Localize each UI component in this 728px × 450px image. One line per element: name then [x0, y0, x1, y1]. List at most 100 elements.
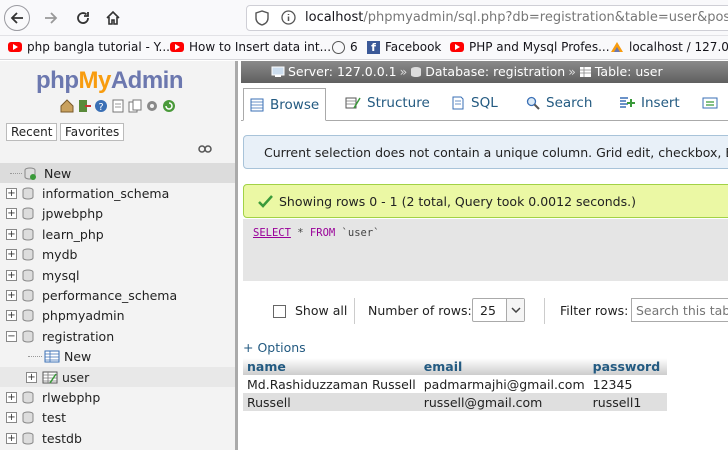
bookmark-insert-data[interactable]: How to Insert data int...	[170, 40, 331, 54]
bookmark-label: PHP and Mysql Profes...	[469, 40, 610, 54]
expand-icon[interactable]: +	[6, 188, 17, 200]
breadcrumb-database[interactable]: Database: registration	[425, 64, 565, 79]
notice-text: Current selection does not contain a uni…	[264, 144, 728, 160]
forward-button[interactable]	[38, 5, 64, 31]
info-icon[interactable]	[281, 10, 296, 28]
database-icon	[22, 289, 34, 302]
tree-label: registration	[42, 328, 115, 344]
table-cell[interactable]: russell1	[588, 393, 667, 411]
tab-structure[interactable]: Structure	[345, 89, 430, 117]
tree-item-database[interactable]: + test	[0, 408, 235, 428]
address-bar[interactable]: localhost/phpmyadmin/sql.php?db=registra…	[246, 5, 728, 31]
reload-icon	[77, 12, 89, 24]
sql-keyword-from: FROM	[309, 227, 336, 239]
breadcrumb-server[interactable]: Server: 127.0.0.1	[288, 64, 397, 79]
options-link[interactable]: + Options	[243, 340, 306, 355]
refresh-icon[interactable]	[162, 99, 176, 113]
bookmark-php-mysql[interactable]: PHP and Mysql Profes...	[450, 40, 610, 54]
reload-button[interactable]	[70, 5, 96, 31]
url-host: localhost	[305, 10, 364, 25]
home-button[interactable]	[100, 5, 126, 31]
tree-item-database[interactable]: + phpmyadmin	[0, 306, 235, 326]
database-icon	[22, 207, 34, 220]
expand-icon[interactable]: +	[6, 208, 17, 220]
column-header-name[interactable]: name	[243, 358, 420, 375]
tree-item-database[interactable]: + mysql	[0, 265, 235, 285]
table-cell[interactable]: russell@gmail.com	[419, 393, 589, 411]
docs-icon[interactable]	[111, 99, 125, 113]
sql-query[interactable]: SELECT * FROM `user`	[253, 227, 379, 239]
tree-label: jpwebphp	[42, 206, 104, 222]
logout-icon[interactable]	[77, 99, 91, 113]
bookmark-php-bangla[interactable]: php bangla tutorial - Y...	[8, 40, 170, 54]
tree-item-database[interactable]: + rlwebphp	[0, 387, 235, 407]
table-row[interactable]: Md.Rashiduzzaman Russell padmarmajhi@gma…	[243, 375, 667, 393]
tree-item-database[interactable]: + jpwebphp	[0, 204, 235, 224]
database-icon	[22, 411, 34, 424]
breadcrumb-table[interactable]: Table: user	[595, 64, 663, 79]
expand-icon[interactable]: +	[6, 269, 17, 281]
gear-icon[interactable]	[145, 99, 159, 113]
tree-item-new[interactable]: New	[0, 163, 235, 184]
number-of-rows-select[interactable]: 25	[472, 298, 525, 322]
tree-item-table-user[interactable]: + user	[0, 366, 235, 388]
tab-search[interactable]: Search	[526, 89, 592, 117]
shield-icon[interactable]	[255, 10, 269, 29]
export-icon	[702, 97, 718, 109]
table-cell[interactable]: Md.Rashiduzzaman Russell	[243, 375, 420, 393]
home-icon[interactable]	[60, 99, 74, 113]
svg-text:?: ?	[98, 102, 103, 113]
tree-item-database-open[interactable]: − registration	[0, 326, 235, 346]
tree-item-database[interactable]: + testdb	[0, 428, 235, 448]
recent-tab[interactable]: Recent	[6, 123, 58, 141]
expand-icon[interactable]: +	[6, 391, 17, 403]
tab-insert[interactable]: Insert	[619, 89, 680, 117]
copy-icon[interactable]	[128, 99, 142, 113]
tree-item-database[interactable]: + performance_schema	[0, 285, 235, 305]
favorites-tab[interactable]: Favorites	[60, 123, 125, 141]
back-button[interactable]	[4, 5, 30, 31]
show-all-checkbox[interactable]	[273, 305, 286, 318]
column-header-password[interactable]: password	[588, 358, 667, 375]
expand-icon[interactable]: +	[6, 290, 17, 302]
phpmyadmin-logo[interactable]: phpMyAdmin	[36, 67, 184, 95]
arrow-left-icon	[10, 12, 23, 24]
divider	[544, 298, 545, 324]
logo-my: My	[78, 67, 111, 94]
expand-icon[interactable]: +	[6, 249, 17, 261]
tree-item-database[interactable]: + information_schema	[0, 183, 235, 203]
bookmark-label: Facebook	[385, 40, 442, 54]
table-row[interactable]: Russell russell@gmail.com russell1	[243, 393, 667, 411]
bookmark-facebook[interactable]: f Facebook	[367, 40, 441, 54]
collapse-icon[interactable]: −	[6, 330, 17, 342]
url-text[interactable]: localhost/phpmyadmin/sql.php?db=registra…	[305, 10, 728, 25]
breadcrumb-separator: »	[399, 64, 408, 79]
table-cell[interactable]: padmarmajhi@gmail.com	[419, 375, 589, 393]
tab-export[interactable]	[702, 89, 718, 117]
expand-icon[interactable]: +	[6, 228, 17, 240]
expand-icon[interactable]: +	[6, 412, 17, 424]
tree-item-database[interactable]: + mydb	[0, 245, 235, 265]
facebook-icon: f	[367, 40, 380, 54]
expand-icon[interactable]: +	[6, 432, 17, 444]
show-all-label[interactable]: Show all	[295, 303, 347, 318]
table-cell[interactable]: 12345	[588, 375, 667, 393]
sql-keyword-select[interactable]: SELECT	[253, 227, 291, 239]
results-table: name email password Md.Rashiduzzaman Rus…	[243, 358, 667, 411]
tab-sql[interactable]: SQL	[451, 89, 498, 117]
bookmark-6[interactable]: 6	[332, 40, 358, 54]
bookmarks-bar: php bangla tutorial - Y... How to Insert…	[0, 36, 728, 60]
database-tree: New + information_schema + jpwebphp + le…	[0, 163, 235, 448]
column-header-email[interactable]: email	[419, 358, 589, 375]
help-icon[interactable]: ?	[94, 99, 108, 113]
tree-item-table-new[interactable]: New	[0, 347, 235, 367]
expand-icon[interactable]: +	[6, 310, 17, 322]
tree-item-database[interactable]: + learn_php	[0, 224, 235, 244]
bookmark-localhost[interactable]: localhost / 127.0.0.1	[610, 40, 728, 54]
number-of-rows-value: 25	[480, 303, 496, 318]
tab-browse[interactable]: Browse	[243, 88, 327, 121]
filter-rows-input[interactable]	[631, 298, 728, 322]
link-icon[interactable]	[198, 144, 212, 154]
table-cell[interactable]: Russell	[243, 393, 420, 411]
expand-icon[interactable]: +	[26, 371, 37, 383]
